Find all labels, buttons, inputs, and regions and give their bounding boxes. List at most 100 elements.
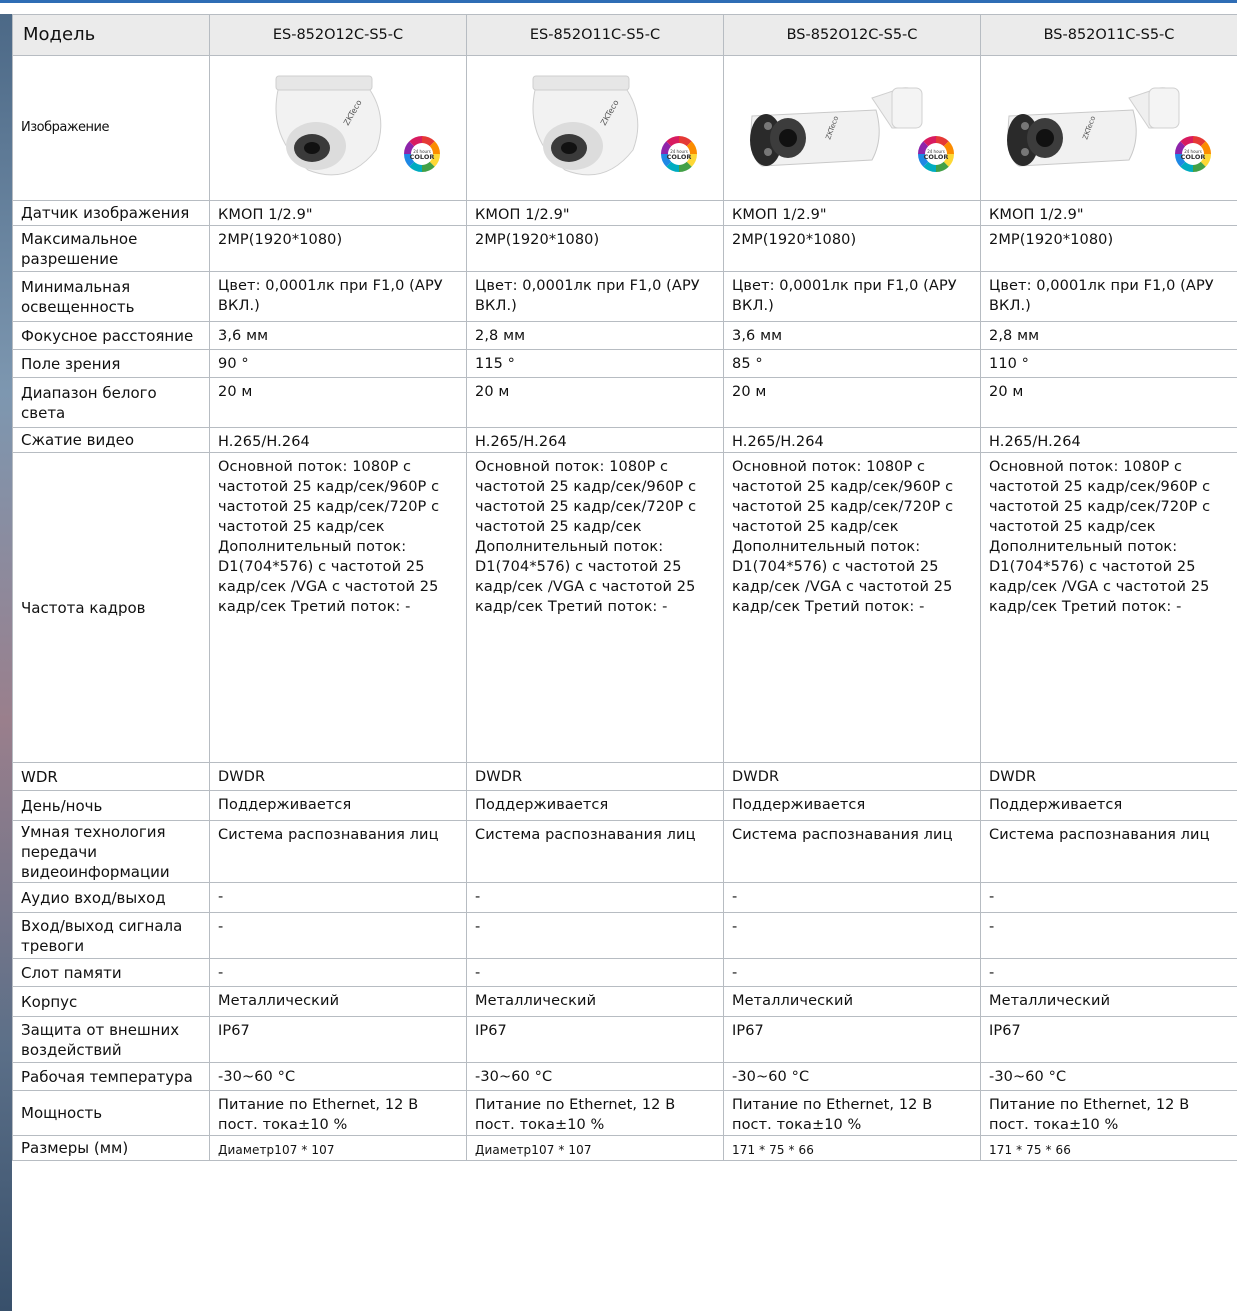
spec-value: - [466, 958, 724, 987]
spec-value: -30~60 °C [980, 1062, 1237, 1091]
badge-color-text: COLOR [410, 153, 435, 161]
image-cell: ZKTeco 24 hours COLOR [209, 55, 467, 201]
spec-value: - [980, 882, 1237, 913]
bullet-camera-image: ZKTeco 24 hours COLOR [742, 68, 962, 188]
spec-label: Диапазон белого света [12, 377, 210, 428]
badge-color-text: COLOR [667, 153, 692, 161]
spec-value: 171 * 75 * 66 [723, 1135, 981, 1161]
spec-row: Защита от внешних воздействий IP67 IP67 IP6… [12, 1016, 1237, 1063]
spec-value: Поддерживается [466, 790, 724, 821]
spec-value: КМОП 1/2.9" [980, 200, 1237, 226]
spec-rows: Датчик изображения КМОП 1/2.9" КМОП 1/2.9"… [12, 200, 1237, 1161]
spec-value: -30~60 °C [209, 1062, 467, 1091]
spec-value: - [980, 912, 1237, 959]
spec-value: 20 м [723, 377, 981, 428]
spec-row: День/ночь Поддерживается Поддерживается Под… [12, 790, 1237, 821]
bullet-camera-icon: ZKTeco [750, 87, 923, 167]
spec-value: DWDR [980, 762, 1237, 791]
spec-value: КМОП 1/2.9" [723, 200, 981, 226]
spec-label: Частота кадров [12, 452, 210, 763]
header-row: Модель ES-852O12C-S5-C ES-852O11C-S5-C B… [12, 14, 1237, 56]
spec-value: Металлический [723, 986, 981, 1017]
spec-value: 2MP(1920*1080) [209, 225, 467, 272]
spec-row: Рабочая температура -30~60 °C -30~60 °C -30… [12, 1062, 1237, 1091]
spec-value: КМОП 1/2.9" [466, 200, 724, 226]
spec-label: Мощность [12, 1090, 210, 1136]
spec-value: Питание по Ethernet, 12 В пост. тока±10 … [980, 1090, 1237, 1136]
spec-value: 2MP(1920*1080) [466, 225, 724, 272]
spec-row: Максимальное разрешение 2MP(1920*1080) 2MP… [12, 225, 1237, 272]
spec-value: Металлический [466, 986, 724, 1017]
bullet-camera-image: ZKTeco 24 hours COLOR [999, 68, 1219, 188]
spec-row: Аудио вход/выход - - - - [12, 882, 1237, 913]
spec-value: -30~60 °C [466, 1062, 724, 1091]
spec-value: - [723, 912, 981, 959]
spec-value: DWDR [209, 762, 467, 791]
spec-value: Металлический [980, 986, 1237, 1017]
spec-value: 3,6 мм [723, 321, 981, 350]
spec-value: IP67 [723, 1016, 981, 1063]
spec-row: Поле зрения 90 ° 115 ° 85 ° 110 ° [12, 349, 1237, 378]
spec-sheet: Модель ES-852O12C-S5-C ES-852O11C-S5-C B… [12, 14, 1237, 1311]
spec-value: 3,6 мм [209, 321, 467, 350]
spec-value: Металлический [209, 986, 467, 1017]
spec-value: 2,8 мм [466, 321, 724, 350]
spec-value: - [466, 912, 724, 959]
spec-label: WDR [12, 762, 210, 791]
spec-value: H.265/H.264 [723, 427, 981, 453]
image-cell: ZKTeco 24 hours COLOR [980, 55, 1237, 201]
spec-label: Аудио вход/выход [12, 882, 210, 913]
dome-camera-image: ZKTeco 24 hours COLOR [228, 68, 448, 188]
spec-label: Умная технология передачи видеоинформаци… [12, 820, 210, 883]
spec-value: Основной поток: 1080P с частотой 25 кадр… [466, 452, 724, 763]
spec-value: 110 ° [980, 349, 1237, 378]
spec-label: Датчик изображения [12, 200, 210, 226]
spec-label: Максимальное разрешение [12, 225, 210, 272]
spec-row: Частота кадров Основной поток: 1080P с ча… [12, 452, 1237, 763]
spec-value: 20 м [466, 377, 724, 428]
spec-value: IP67 [209, 1016, 467, 1063]
color-badge-icon: 24 hours COLOR [1175, 136, 1211, 172]
spec-value: Поддерживается [209, 790, 467, 821]
spec-row: Фокусное расстояние 3,6 мм 2,8 мм 3,6 мм 2,8… [12, 321, 1237, 350]
spec-label: Корпус [12, 986, 210, 1017]
spec-row: Диапазон белого света 20 м 20 м 20 м 20 м [12, 377, 1237, 428]
spec-value: H.265/H.264 [209, 427, 467, 453]
image-cell: ZKTeco 24 hours COLOR [466, 55, 724, 201]
model-name: ES-852O12C-S5-C [209, 14, 467, 56]
image-row-label: Изображение [12, 55, 210, 201]
dome-camera-image: ZKTeco 24 hours COLOR [485, 68, 705, 188]
spec-value: 2MP(1920*1080) [723, 225, 981, 272]
model-name: ES-852O11C-S5-C [466, 14, 724, 56]
spec-value: 85 ° [723, 349, 981, 378]
spec-value: - [209, 882, 467, 913]
spec-label: Сжатие видео [12, 427, 210, 453]
dome-camera-icon: ZKTeco [532, 75, 639, 176]
spec-value: КМОП 1/2.9" [209, 200, 467, 226]
spec-table: Модель ES-852O12C-S5-C ES-852O11C-S5-C B… [12, 14, 1237, 1161]
spec-value: - [209, 912, 467, 959]
spec-row: WDR DWDR DWDR DWDR DWDR [12, 762, 1237, 791]
spec-value: Поддерживается [980, 790, 1237, 821]
spec-value: 90 ° [209, 349, 467, 378]
spec-label: Рабочая температура [12, 1062, 210, 1091]
spec-value: Питание по Ethernet, 12 В пост. тока±10 … [209, 1090, 467, 1136]
spec-label: День/ночь [12, 790, 210, 821]
spec-value: - [209, 958, 467, 987]
spec-value: Цвет: 0,0001лк при F1,0 (АРУ ВКЛ.) [209, 271, 467, 322]
spec-value: IP67 [980, 1016, 1237, 1063]
top-banner [0, 0, 1237, 14]
spec-label: Слот памяти [12, 958, 210, 987]
spec-value: - [980, 958, 1237, 987]
spec-value: Система распознавания лиц [723, 820, 981, 883]
spec-label: Защита от внешних воздействий [12, 1016, 210, 1063]
spec-row: Мощность Питание по Ethernet, 12 В пост. … [12, 1090, 1237, 1136]
spec-value: Система распознавания лиц [980, 820, 1237, 883]
spec-value: Система распознавания лиц [466, 820, 724, 883]
spec-value: DWDR [723, 762, 981, 791]
spec-value: Питание по Ethernet, 12 В пост. тока±10 … [466, 1090, 724, 1136]
spec-value: 115 ° [466, 349, 724, 378]
spec-value: 20 м [980, 377, 1237, 428]
spec-value: Питание по Ethernet, 12 В пост. тока±10 … [723, 1090, 981, 1136]
spec-value: Цвет: 0,0001лк при F1,0 (АРУ ВКЛ.) [466, 271, 724, 322]
